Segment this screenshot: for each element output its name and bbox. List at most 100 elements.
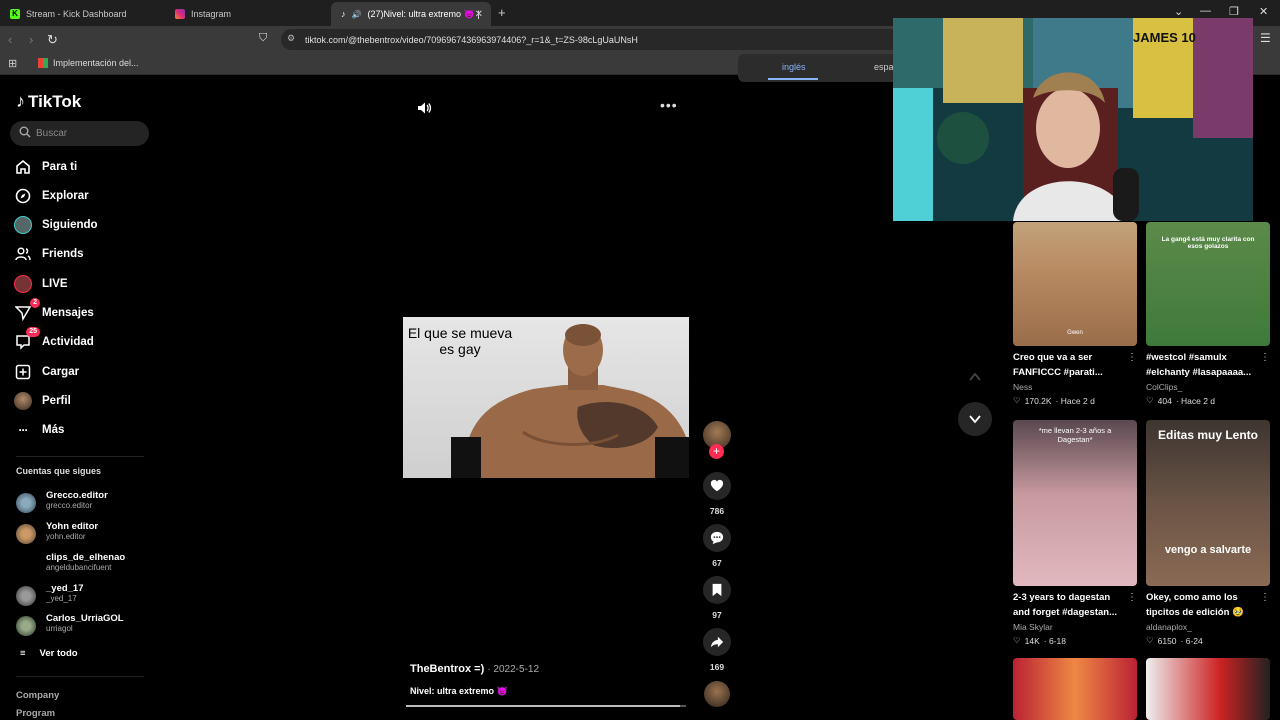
footer-link-company[interactable]: Company [16,690,59,701]
video-thumbnail: *me llevan 2-3 años a Dagestan* [1013,420,1137,586]
video-card-likes: 6150 [1157,635,1177,646]
card-more-icon[interactable]: ⋮ [1127,592,1137,603]
account-name: Yohn editor [46,521,99,532]
heart-outline-icon: ♡ [1146,635,1154,645]
search-input[interactable]: Buscar [10,121,149,146]
like-button[interactable]: 786 [702,472,732,516]
sidebar-divider [16,676,144,677]
upload-icon [14,363,32,381]
video-thumbnail: Gwen [1013,222,1137,346]
nav-actividad[interactable]: 25 Actividad [14,327,94,353]
video-card[interactable] [1013,658,1137,720]
translate-lang-other[interactable]: espa [874,62,894,72]
url-field[interactable]: ⚙ tiktok.com/@thebentrox/video/709696743… [281,29,901,50]
account-name: _yed_17 [46,583,84,594]
nav-cargar[interactable]: Cargar [14,361,79,383]
apps-grid-icon[interactable]: ⊞ [8,57,17,70]
translate-lang-active[interactable]: inglés [782,62,806,72]
video-card[interactable]: Gwen Creo que va a ser FANFICCC #parati.… [1013,222,1137,406]
nav-para-ti[interactable]: Para ti [14,156,77,178]
see-all-button[interactable]: ≡ Ver todo [20,648,78,659]
video-card-user: ColClips_ [1146,382,1183,392]
card-more-icon[interactable]: ⋮ [1127,352,1137,363]
video-thumbnail [1013,658,1137,720]
thumbnail-caption: Editas muy Lento [1157,428,1258,442]
comment-icon [710,531,724,545]
nav-label: Friends [42,248,84,260]
search-icon [19,126,31,141]
nav-label: Mensajes [42,307,94,319]
video-description: Nivel: ultra extremo 👿 [410,686,508,696]
menu-icon[interactable]: ☰ [1260,31,1271,45]
minimize-button[interactable]: — [1200,5,1211,17]
video-date: · 2022-5-12 [487,664,540,675]
bookmark-item[interactable]: Implementación del... [38,58,139,68]
nav-live[interactable]: LIVE [14,273,68,295]
volume-icon[interactable] [416,100,432,121]
heart-icon [710,479,724,492]
close-window-button[interactable]: ✕ [1259,5,1268,18]
bookmark-icon [712,583,722,597]
footer-link-program[interactable]: Program [16,708,55,719]
video-progress-bar[interactable] [406,705,686,707]
share-button[interactable]: 169 [702,628,732,672]
thumbnail-caption: La gang4 está muy clarita con esos golaz… [1161,236,1255,250]
site-info-icon[interactable]: ⚙ [287,33,295,44]
thumbnail-caption: Gwen [1067,330,1083,336]
bookmark-favicon-icon [38,58,48,68]
video-card-title: #westcol #samulx #elchanty #lasapaaaa... [1146,352,1252,378]
translate-active-underline [768,78,818,80]
account-name: Grecco.editor [46,490,108,501]
heart-outline-icon: ♡ [1146,395,1154,405]
video-card[interactable]: Editas muy Lento vengo a salvarte Okey, … [1146,420,1270,646]
profile-icon [14,392,32,410]
next-video-button[interactable] [958,402,992,436]
following-section-title: Cuentas que sigues [16,466,102,476]
save-button[interactable]: 97 [702,576,732,620]
bookmark-star-icon[interactable]: ⛉ [259,32,267,45]
nav-explorar[interactable]: Explorar [14,185,89,207]
chevron-down-icon [969,415,981,424]
video-card-likes: 404 [1157,395,1172,406]
nav-perfil[interactable]: Perfil [14,390,71,412]
nav-mensajes[interactable]: 2 Mensajes [14,298,94,324]
search-placeholder: Buscar [36,128,68,139]
card-more-icon[interactable]: ⋮ [1260,592,1270,603]
video-card[interactable]: La gang4 está muy clarita con esos golaz… [1146,222,1270,406]
nav-mas[interactable]: ··· Más [14,419,65,441]
messages-badge: 2 [30,298,40,308]
video-player[interactable]: El que se mueva es gay [403,317,689,478]
avatar [16,616,36,636]
forward-icon[interactable]: › [29,32,33,47]
browser-tab-tiktok[interactable]: ♪ 🔊 (27)Nivel: ultra extremo 👿 | ✕ [331,2,491,26]
music-disc-avatar[interactable] [704,681,730,707]
card-more-icon[interactable]: ⋮ [1260,352,1270,363]
recommended-videos-grid: Gwen Creo que va a ser FANFICCC #parati.… [1003,222,1280,720]
nav-friends[interactable]: Friends [14,243,84,265]
browser-tab-instagram[interactable]: Instagram [165,2,330,26]
nav-label: Explorar [42,190,89,202]
back-icon[interactable]: ‹ [8,32,12,47]
avatar [16,555,36,575]
video-card[interactable]: *me llevan 2-3 años a Dagestan* 2-3 year… [1013,420,1137,646]
activity-icon: 25 [14,327,40,351]
previous-video-button[interactable] [958,360,992,394]
new-tab-button[interactable]: + [498,5,506,20]
webcam-image [893,18,1253,221]
more-options-icon[interactable]: ••• [660,97,678,113]
sidebar-divider [16,456,144,457]
like-count: 786 [709,506,725,516]
video-author[interactable]: TheBentrox =) · 2022-5-12 [410,663,539,675]
video-card[interactable] [1146,658,1270,720]
reload-icon[interactable]: ↻ [47,32,58,48]
tiktok-logo[interactable]: ♪ TikTok [16,91,81,112]
share-count: 169 [709,662,725,672]
follow-plus-button[interactable]: + [709,444,724,459]
tab-search-icon[interactable]: ⌄ [1174,5,1183,18]
maximize-button[interactable]: ❐ [1229,5,1239,18]
browser-tab-kick[interactable]: K Stream - Kick Dashboard [0,2,165,26]
close-tab-icon[interactable]: ✕ [475,9,483,20]
comment-button[interactable]: 67 [702,524,732,568]
nav-label: Perfil [42,395,71,407]
nav-siguiendo[interactable]: Siguiendo [14,214,98,236]
